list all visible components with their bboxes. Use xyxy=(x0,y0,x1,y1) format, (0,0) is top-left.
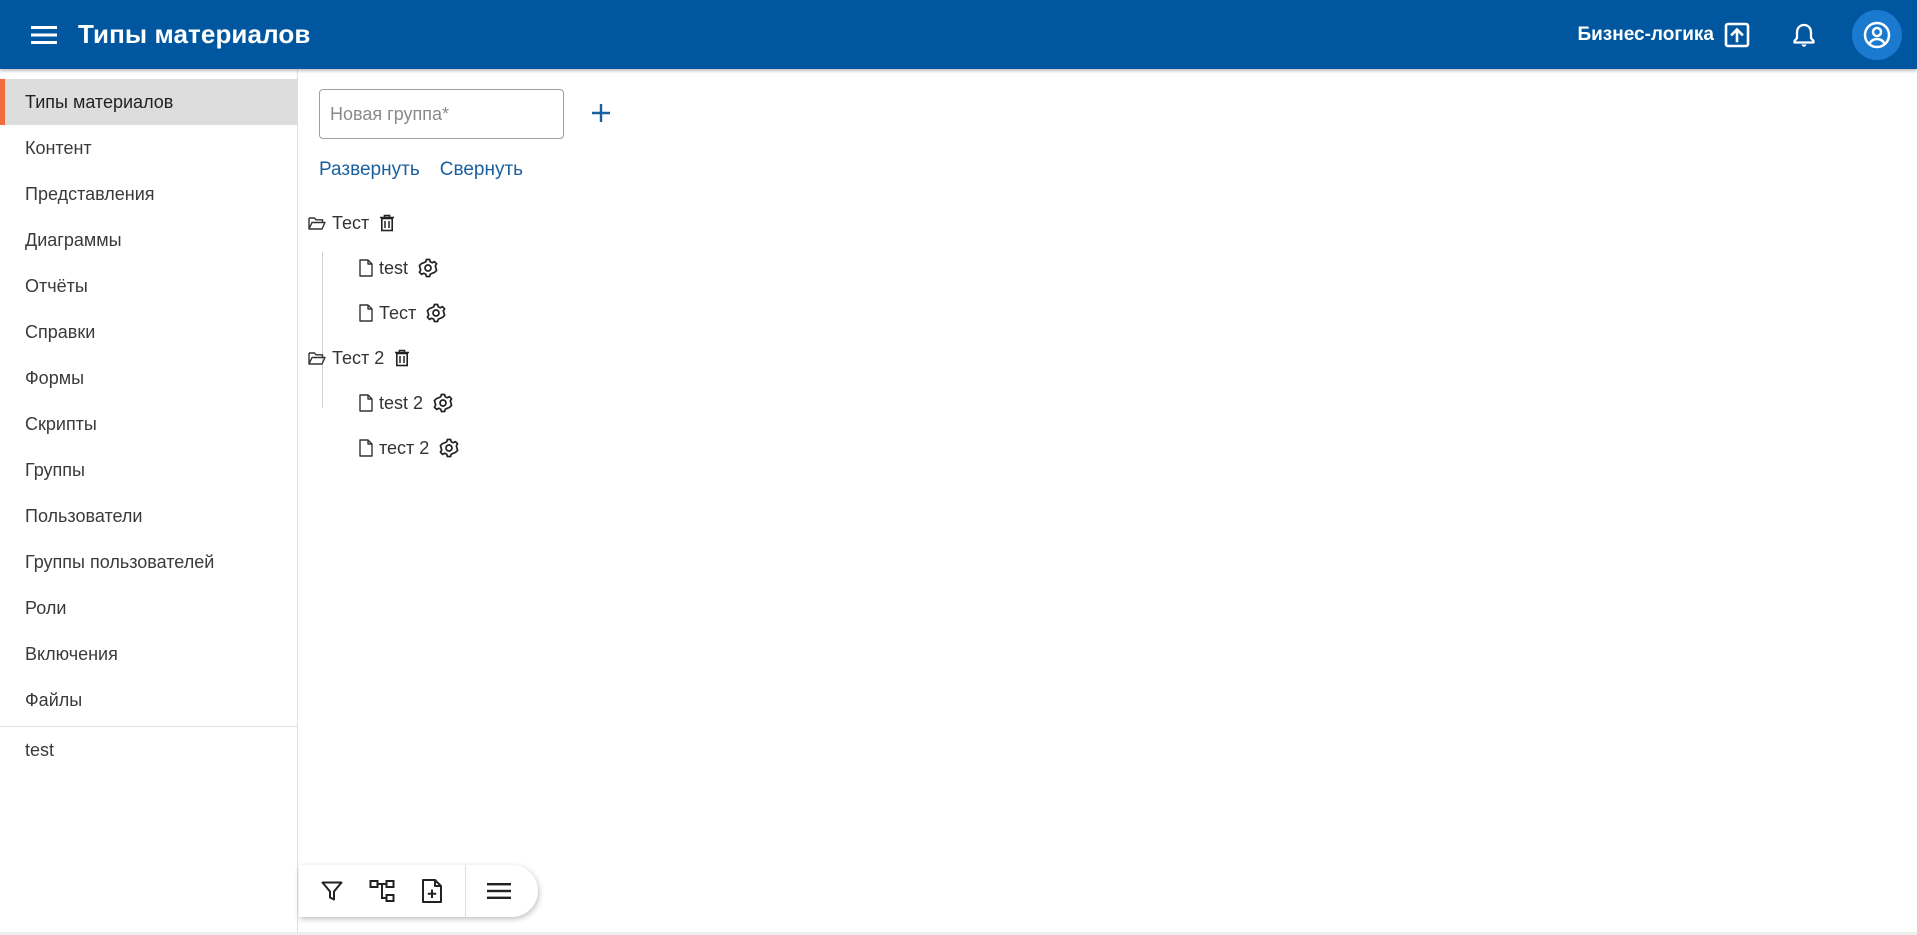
filter-button[interactable] xyxy=(310,869,354,913)
delete-group-button[interactable] xyxy=(394,349,410,367)
sidebar-item-label: Пользователи xyxy=(25,505,143,526)
sidebar-item-reports[interactable]: Отчёты xyxy=(0,263,297,309)
trash-icon xyxy=(395,349,410,367)
sidebar-item-label: Роли xyxy=(25,597,67,618)
delete-group-button[interactable] xyxy=(379,214,395,232)
sidebar-item-material-types[interactable]: Типы материалов xyxy=(0,79,297,125)
tree-item-row[interactable]: test xyxy=(359,253,438,283)
sidebar-item-views[interactable]: Представления xyxy=(0,171,297,217)
menu-icon xyxy=(487,883,511,899)
file-icon xyxy=(359,259,373,277)
item-settings-button[interactable] xyxy=(439,438,459,458)
sidebar-item-groups[interactable]: Группы xyxy=(0,447,297,493)
gear-icon xyxy=(418,258,438,278)
tree-item-label: Тест xyxy=(379,302,417,323)
tree-group-row[interactable]: Тест xyxy=(308,208,395,238)
sidebar-item-content[interactable]: Контент xyxy=(0,125,297,171)
item-settings-button[interactable] xyxy=(418,258,438,278)
sidebar-item-files[interactable]: Файлы xyxy=(0,677,297,723)
tree-icon xyxy=(369,880,395,902)
sidebar-item-label: test xyxy=(25,739,55,760)
tree-item-row[interactable]: тест 2 xyxy=(359,433,459,463)
sidebar-item-diagrams[interactable]: Диаграммы xyxy=(0,217,297,263)
sidebar-item-label: Группы пользователей xyxy=(25,551,215,572)
tree-group-label: Тест xyxy=(332,212,370,233)
tree-group-row[interactable]: Тест 2 xyxy=(308,343,410,373)
sidebar-item-label: Скрипты xyxy=(25,413,97,434)
notifications-button[interactable] xyxy=(1782,13,1826,57)
tree-view-button[interactable] xyxy=(360,869,404,913)
sidebar-item-label: Типы материалов xyxy=(25,91,174,112)
add-file-icon xyxy=(422,879,442,903)
gear-icon xyxy=(433,393,453,413)
bottom-toolbar xyxy=(299,865,538,917)
account-circle-icon xyxy=(1863,21,1891,48)
add-file-button[interactable] xyxy=(410,869,454,913)
sidebar-item-label: Контент xyxy=(25,137,92,158)
item-settings-button[interactable] xyxy=(426,303,446,323)
file-icon xyxy=(359,394,373,412)
filter-icon xyxy=(321,881,343,901)
sidebar-item-user-groups[interactable]: Группы пользователей xyxy=(0,539,297,585)
sidebar-item-label: Справки xyxy=(25,321,96,342)
sidebar-item-test[interactable]: test xyxy=(0,728,297,772)
gear-icon xyxy=(439,438,459,458)
sidebar-divider xyxy=(0,726,297,727)
hamburger-menu-button[interactable] xyxy=(22,13,66,57)
tree-item-row[interactable]: Тест xyxy=(359,298,446,328)
tree-group-label: Тест 2 xyxy=(332,347,385,368)
sidebar-item-includes[interactable]: Включения xyxy=(0,631,297,677)
app-bar: Типы материалов Бизнес-логика xyxy=(0,0,1917,69)
hamburger-icon xyxy=(31,25,57,44)
sidebar-item-label: Отчёты xyxy=(25,275,88,296)
toolbar-divider xyxy=(465,865,466,917)
business-logic-label: Бизнес-логика xyxy=(1577,23,1714,45)
gear-icon xyxy=(426,303,446,323)
main-content: Развернуть Свернуть Тест xyxy=(299,69,1917,935)
sidebar-item-users[interactable]: Пользователи xyxy=(0,493,297,539)
tree-guide-line xyxy=(322,252,323,408)
sidebar-item-scripts[interactable]: Скрипты xyxy=(0,401,297,447)
sidebar-item-label: Формы xyxy=(25,367,85,388)
file-icon xyxy=(359,439,373,457)
tree-item-row[interactable]: test 2 xyxy=(359,388,453,418)
item-settings-button[interactable] xyxy=(433,393,453,413)
sidebar-item-references[interactable]: Справки xyxy=(0,309,297,355)
bell-icon xyxy=(1793,23,1815,47)
sidebar: Типы материалов Контент Представления Ди… xyxy=(0,69,298,935)
folder-open-icon xyxy=(308,350,326,366)
upload-box-icon xyxy=(1724,22,1750,47)
file-icon xyxy=(359,304,373,322)
tree-item-label: test 2 xyxy=(379,392,424,413)
sidebar-item-label: Представления xyxy=(25,183,155,204)
toolbar-menu-button[interactable] xyxy=(477,869,521,913)
sidebar-item-roles[interactable]: Роли xyxy=(0,585,297,631)
sidebar-item-label: Диаграммы xyxy=(25,229,122,250)
sidebar-item-label: Файлы xyxy=(25,689,83,710)
sidebar-list: Типы материалов Контент Представления Ди… xyxy=(0,69,297,723)
tree-item-label: тест 2 xyxy=(379,437,430,458)
sidebar-item-forms[interactable]: Формы xyxy=(0,355,297,401)
tree-item-label: test xyxy=(379,257,409,278)
page-title: Типы материалов xyxy=(78,19,311,49)
sidebar-item-label: Включения xyxy=(25,643,118,664)
material-types-tree: Тест test Тест Тест 2 test 2 тест 2 xyxy=(299,69,899,489)
folder-open-icon xyxy=(308,215,326,231)
sidebar-item-label: Группы xyxy=(25,459,85,480)
trash-icon xyxy=(380,214,395,232)
business-logic-button[interactable]: Бизнес-логика xyxy=(1577,22,1750,48)
user-account-button[interactable] xyxy=(1852,9,1902,60)
